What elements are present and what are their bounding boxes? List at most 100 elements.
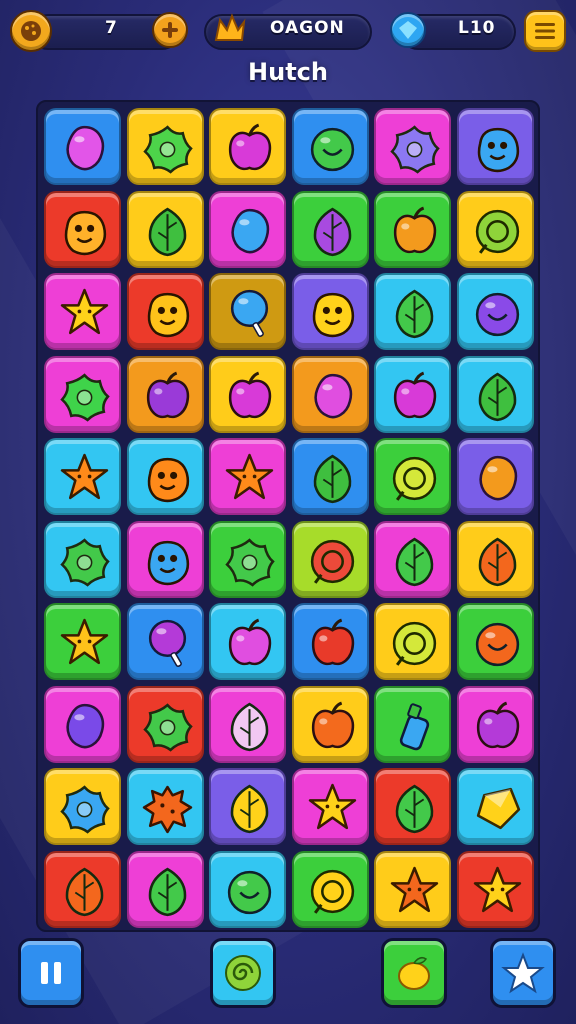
board-tile[interactable] xyxy=(44,603,121,680)
board-tile[interactable] xyxy=(209,108,286,185)
board-tile[interactable] xyxy=(291,768,369,845)
board-tile[interactable] xyxy=(44,190,121,268)
swirl-candy-icon xyxy=(225,955,261,991)
board-tile[interactable] xyxy=(44,768,121,845)
board-tile[interactable] xyxy=(291,850,369,928)
critter-candy-icon xyxy=(147,457,189,503)
board-tile[interactable] xyxy=(374,190,451,268)
board-tile[interactable] xyxy=(126,685,204,763)
apple-candy-icon xyxy=(311,701,354,748)
board-tile[interactable] xyxy=(126,190,204,268)
star-candy-icon xyxy=(225,453,274,500)
board-tile[interactable] xyxy=(456,108,534,185)
board-tile[interactable] xyxy=(209,273,286,350)
board-tile[interactable] xyxy=(456,768,534,845)
board-tile[interactable] xyxy=(374,850,451,928)
board-tile[interactable] xyxy=(126,520,204,598)
blob-candy-icon xyxy=(66,703,105,748)
board-tile[interactable] xyxy=(126,273,204,350)
gem-icon xyxy=(390,12,426,48)
board-tile[interactable] xyxy=(456,603,534,680)
board-tile[interactable] xyxy=(209,850,286,928)
lolli-candy-icon xyxy=(230,289,269,338)
board-tile[interactable] xyxy=(456,190,534,268)
board-tile[interactable] xyxy=(456,355,534,433)
star-candy-icon xyxy=(473,866,521,912)
board-tile[interactable] xyxy=(456,273,534,350)
board-tile[interactable] xyxy=(44,355,121,433)
board-tile[interactable] xyxy=(374,603,451,680)
board-tile[interactable] xyxy=(126,438,204,515)
board-tile[interactable] xyxy=(291,520,369,598)
board-tile[interactable] xyxy=(374,520,451,598)
board-tile[interactable] xyxy=(44,273,121,350)
ring-candy-icon xyxy=(392,621,437,666)
board-tile[interactable] xyxy=(374,685,451,763)
blob-candy-icon xyxy=(66,125,105,171)
round-candy-icon xyxy=(227,870,272,914)
lolli-candy-icon xyxy=(148,619,186,668)
board-tile[interactable] xyxy=(44,520,121,598)
board-tile[interactable] xyxy=(209,190,286,268)
star-candy-icon xyxy=(60,288,109,335)
ring-candy-icon xyxy=(310,869,354,914)
board-tile[interactable] xyxy=(456,850,534,928)
board-tile[interactable] xyxy=(374,108,451,185)
star-button[interactable] xyxy=(490,938,556,1008)
round-candy-icon xyxy=(475,292,519,337)
board-tile[interactable] xyxy=(291,603,369,680)
add-lives-button[interactable] xyxy=(152,12,188,48)
leaf-candy-icon xyxy=(478,537,516,586)
board-tile[interactable] xyxy=(209,438,286,515)
flower-candy-icon xyxy=(390,125,440,174)
apple-candy-icon xyxy=(393,371,437,418)
board-tile[interactable] xyxy=(209,603,286,680)
board-tile[interactable] xyxy=(126,768,204,845)
board-tile[interactable] xyxy=(456,520,534,598)
board-tile[interactable] xyxy=(209,685,286,763)
round-candy-icon xyxy=(310,127,354,172)
board-tile[interactable] xyxy=(374,273,451,350)
swirl-booster-button[interactable] xyxy=(210,938,276,1008)
star-candy-icon xyxy=(60,618,109,665)
critter-candy-icon xyxy=(312,292,354,338)
board-tile[interactable] xyxy=(374,768,451,845)
board-tile[interactable] xyxy=(126,108,204,185)
board-tile[interactable] xyxy=(456,438,534,515)
board-tile[interactable] xyxy=(44,438,121,515)
game-board xyxy=(36,100,540,932)
apple-candy-icon xyxy=(228,618,272,666)
board-tile[interactable] xyxy=(44,850,121,928)
board-tile[interactable] xyxy=(209,768,286,845)
menu-button[interactable] xyxy=(524,10,566,52)
cookie-icon xyxy=(10,10,52,52)
board-tile[interactable] xyxy=(374,355,451,433)
crown-icon xyxy=(210,10,250,50)
leaf-candy-icon xyxy=(395,537,434,586)
board-tile[interactable] xyxy=(291,190,369,268)
board-tile[interactable] xyxy=(126,850,204,928)
right-counter-value: L10 xyxy=(458,18,496,38)
critter-candy-icon xyxy=(147,540,189,585)
board-tile[interactable] xyxy=(291,273,369,350)
pause-button[interactable] xyxy=(18,938,84,1008)
leaf-candy-icon xyxy=(313,207,351,256)
leaf-candy-icon xyxy=(148,867,186,916)
board-tile[interactable] xyxy=(291,108,369,185)
board-tile[interactable] xyxy=(456,685,534,763)
board-tile[interactable] xyxy=(44,108,121,185)
bottle-candy-icon xyxy=(399,702,430,750)
board-tile[interactable] xyxy=(126,603,204,680)
star-candy-icon xyxy=(390,866,439,912)
board-tile[interactable] xyxy=(209,520,286,598)
board-tile[interactable] xyxy=(44,685,121,763)
board-tile[interactable] xyxy=(209,355,286,433)
board-tile[interactable] xyxy=(374,438,451,515)
board-tile[interactable] xyxy=(291,355,369,433)
board-tile[interactable] xyxy=(291,685,369,763)
gem-candy-icon xyxy=(476,787,520,830)
board-tile[interactable] xyxy=(291,438,369,515)
board-tile[interactable] xyxy=(126,355,204,433)
fruit-booster-button[interactable] xyxy=(381,938,447,1008)
top-hud: 7 OAGON L10 xyxy=(0,10,576,54)
